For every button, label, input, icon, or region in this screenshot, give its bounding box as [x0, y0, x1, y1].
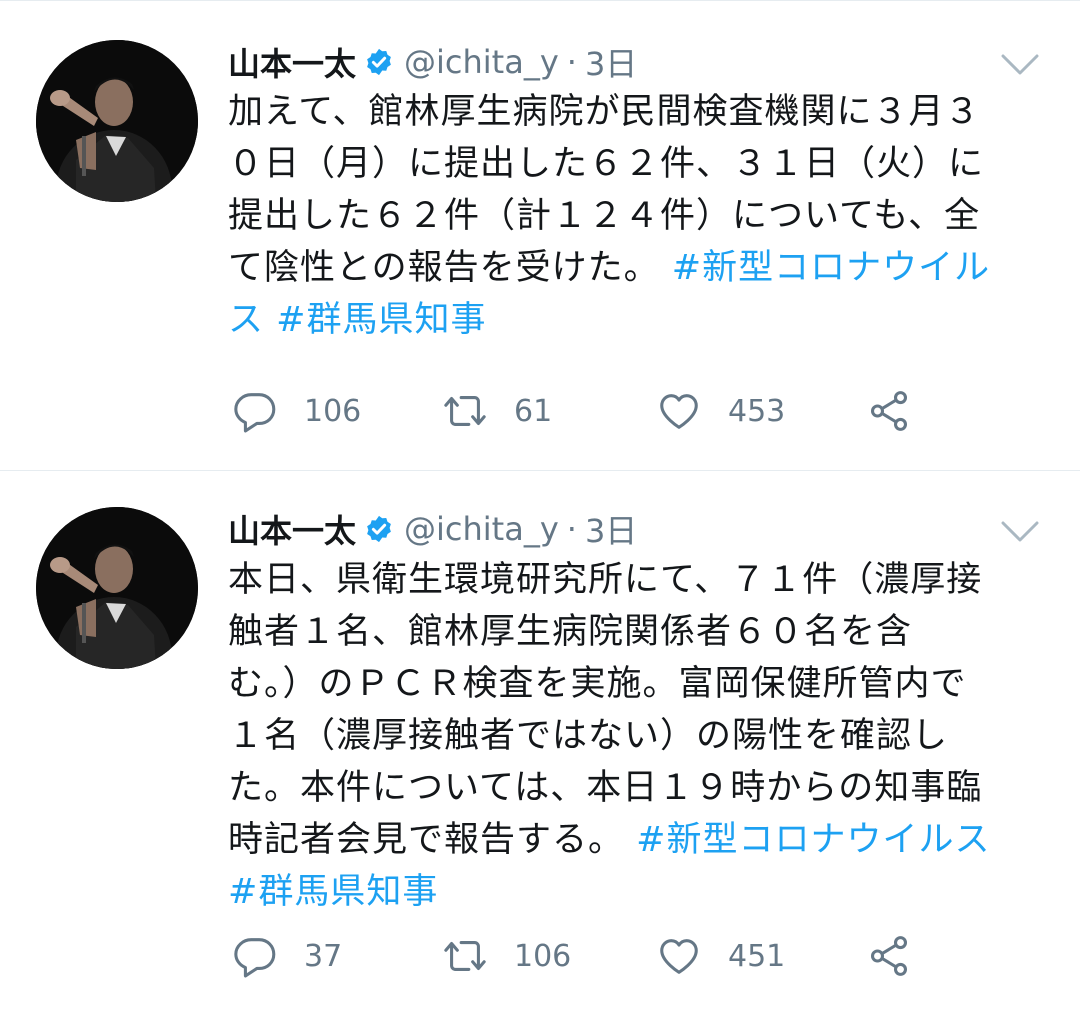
share-button[interactable]: [866, 381, 912, 441]
like-button[interactable]: 451: [656, 926, 785, 986]
tweet-text-line: た。本件については、本日１９時からの知事臨: [228, 762, 1038, 814]
retweet-button[interactable]: 106: [442, 926, 571, 986]
retweet-button[interactable]: 61: [442, 381, 552, 441]
share-button[interactable]: [866, 926, 912, 986]
tweet-text-line: 本日、県衛生環境研究所にて、７１件（濃厚接: [228, 554, 1038, 606]
retweet-icon: [444, 941, 486, 971]
separator-dot: ·: [566, 43, 577, 81]
tweet-text-line: 触者１名、館林厚生病院関係者６０名を含: [228, 606, 1038, 658]
tweet-text-segment: １名（濃厚接触者ではない）の陽性を確認し: [228, 716, 949, 756]
like-button[interactable]: 453: [656, 381, 785, 441]
tweet-header: 山本一太 @ichita_y · 3日: [228, 40, 637, 84]
tweet[interactable]: 山本一太 @ichita_y · 3日 加えて、館林厚生病院が民間検査機関に３月…: [0, 0, 1080, 470]
tweet-text: 本日、県衛生環境研究所にて、７１件（濃厚接 触者１名、館林厚生病院関係者６０名を含…: [228, 554, 1038, 918]
tweet-text-line: 加えて、館林厚生病院が民間検査機関に３月３: [228, 86, 1038, 138]
tweet-text-line: む。）のＰＣＲ検査を実施。富岡保健所管内で: [228, 658, 1038, 710]
retweet-icon: [444, 396, 486, 426]
tweet-text-line: 時記者会見で報告する。 #新型コロナウイルス: [228, 814, 1038, 866]
reply-icon: [234, 393, 276, 433]
avatar[interactable]: [36, 40, 198, 202]
tweet-text-segment: 提出した６２件（計１２４件）についても、全: [228, 196, 981, 236]
tweet-text-line: #群馬県知事: [228, 866, 1038, 918]
avatar[interactable]: [36, 507, 198, 669]
tweet-actions: 106 61 453: [232, 381, 952, 441]
like-count: 451: [728, 938, 786, 974]
retweet-count: 61: [514, 393, 553, 429]
reply-icon: [234, 938, 276, 978]
tweet-text-segment: 触者１名、館林厚生病院関係者６０名を含: [228, 612, 913, 652]
reply-count: 37: [304, 938, 343, 974]
heart-icon: [660, 939, 698, 974]
author-handle[interactable]: @ichita_y: [404, 510, 559, 548]
avatar-photo: [36, 40, 198, 202]
chevron-down-icon[interactable]: [1000, 519, 1040, 545]
hashtag-link[interactable]: #新型コロナウイルス: [636, 820, 990, 860]
hashtag-link[interactable]: ス: [228, 300, 264, 340]
like-count: 453: [728, 393, 786, 429]
tweet-text-segment: て陰性との報告を受けた。: [228, 248, 672, 288]
tweet-text-line: 提出した６２件（計１２４件）についても、全: [228, 190, 1038, 242]
tweet-text-line: １名（濃厚接触者ではない）の陽性を確認し: [228, 710, 1038, 762]
tweet-text: 加えて、館林厚生病院が民間検査機関に３月３ ０日（月）に提出した６２件、３１日（火…: [228, 86, 1038, 346]
tweet-text-segment: ０日（月）に提出した６２件、３１日（火）に: [228, 144, 985, 184]
share-icon: [870, 391, 908, 431]
author-name[interactable]: 山本一太: [228, 506, 356, 552]
reply-button[interactable]: 106: [232, 381, 361, 441]
hashtag-link[interactable]: #群馬県知事: [276, 300, 486, 340]
tweet-text-segment: [264, 300, 276, 340]
verified-badge-icon: [364, 514, 394, 544]
chevron-down-icon[interactable]: [1000, 52, 1040, 78]
tweet-text-segment: た。本件については、本日１９時からの知事臨: [228, 768, 983, 808]
tweet-text-segment: 時記者会見で報告する。: [228, 820, 637, 860]
timestamp[interactable]: 3日: [585, 39, 637, 85]
author-handle[interactable]: @ichita_y: [404, 43, 559, 81]
tweet-header: 山本一太 @ichita_y · 3日: [228, 507, 637, 551]
share-icon: [870, 936, 908, 976]
tweet[interactable]: 山本一太 @ichita_y · 3日 本日、県衛生環境研究所にて、７１件（濃厚…: [0, 471, 1080, 1011]
tweet-text-segment: 加えて、館林厚生病院が民間検査機関に３月３: [228, 92, 981, 132]
hashtag-link[interactable]: #群馬県知事: [228, 872, 438, 912]
timestamp[interactable]: 3日: [585, 506, 637, 552]
reply-count: 106: [304, 393, 362, 429]
tweet-actions: 37 106 451: [232, 926, 952, 986]
tweet-text-segment: む。）のＰＣＲ検査を実施。富岡保健所管内で: [228, 664, 967, 704]
heart-icon: [660, 394, 698, 429]
verified-badge-icon: [364, 47, 394, 77]
retweet-count: 106: [514, 938, 572, 974]
avatar-photo: [36, 507, 198, 669]
tweet-text-line: て陰性との報告を受けた。 #新型コロナウイル: [228, 242, 1038, 294]
hashtag-link[interactable]: #新型コロナウイル: [672, 248, 990, 288]
separator-dot: ·: [566, 510, 577, 548]
tweet-text-segment: 本日、県衛生環境研究所にて、７１件（濃厚接: [228, 560, 983, 600]
author-name[interactable]: 山本一太: [228, 39, 356, 85]
tweet-text-line: ０日（月）に提出した６２件、３１日（火）に: [228, 138, 1038, 190]
reply-button[interactable]: 37: [232, 926, 342, 986]
tweet-text-line: ス #群馬県知事: [228, 294, 1038, 346]
